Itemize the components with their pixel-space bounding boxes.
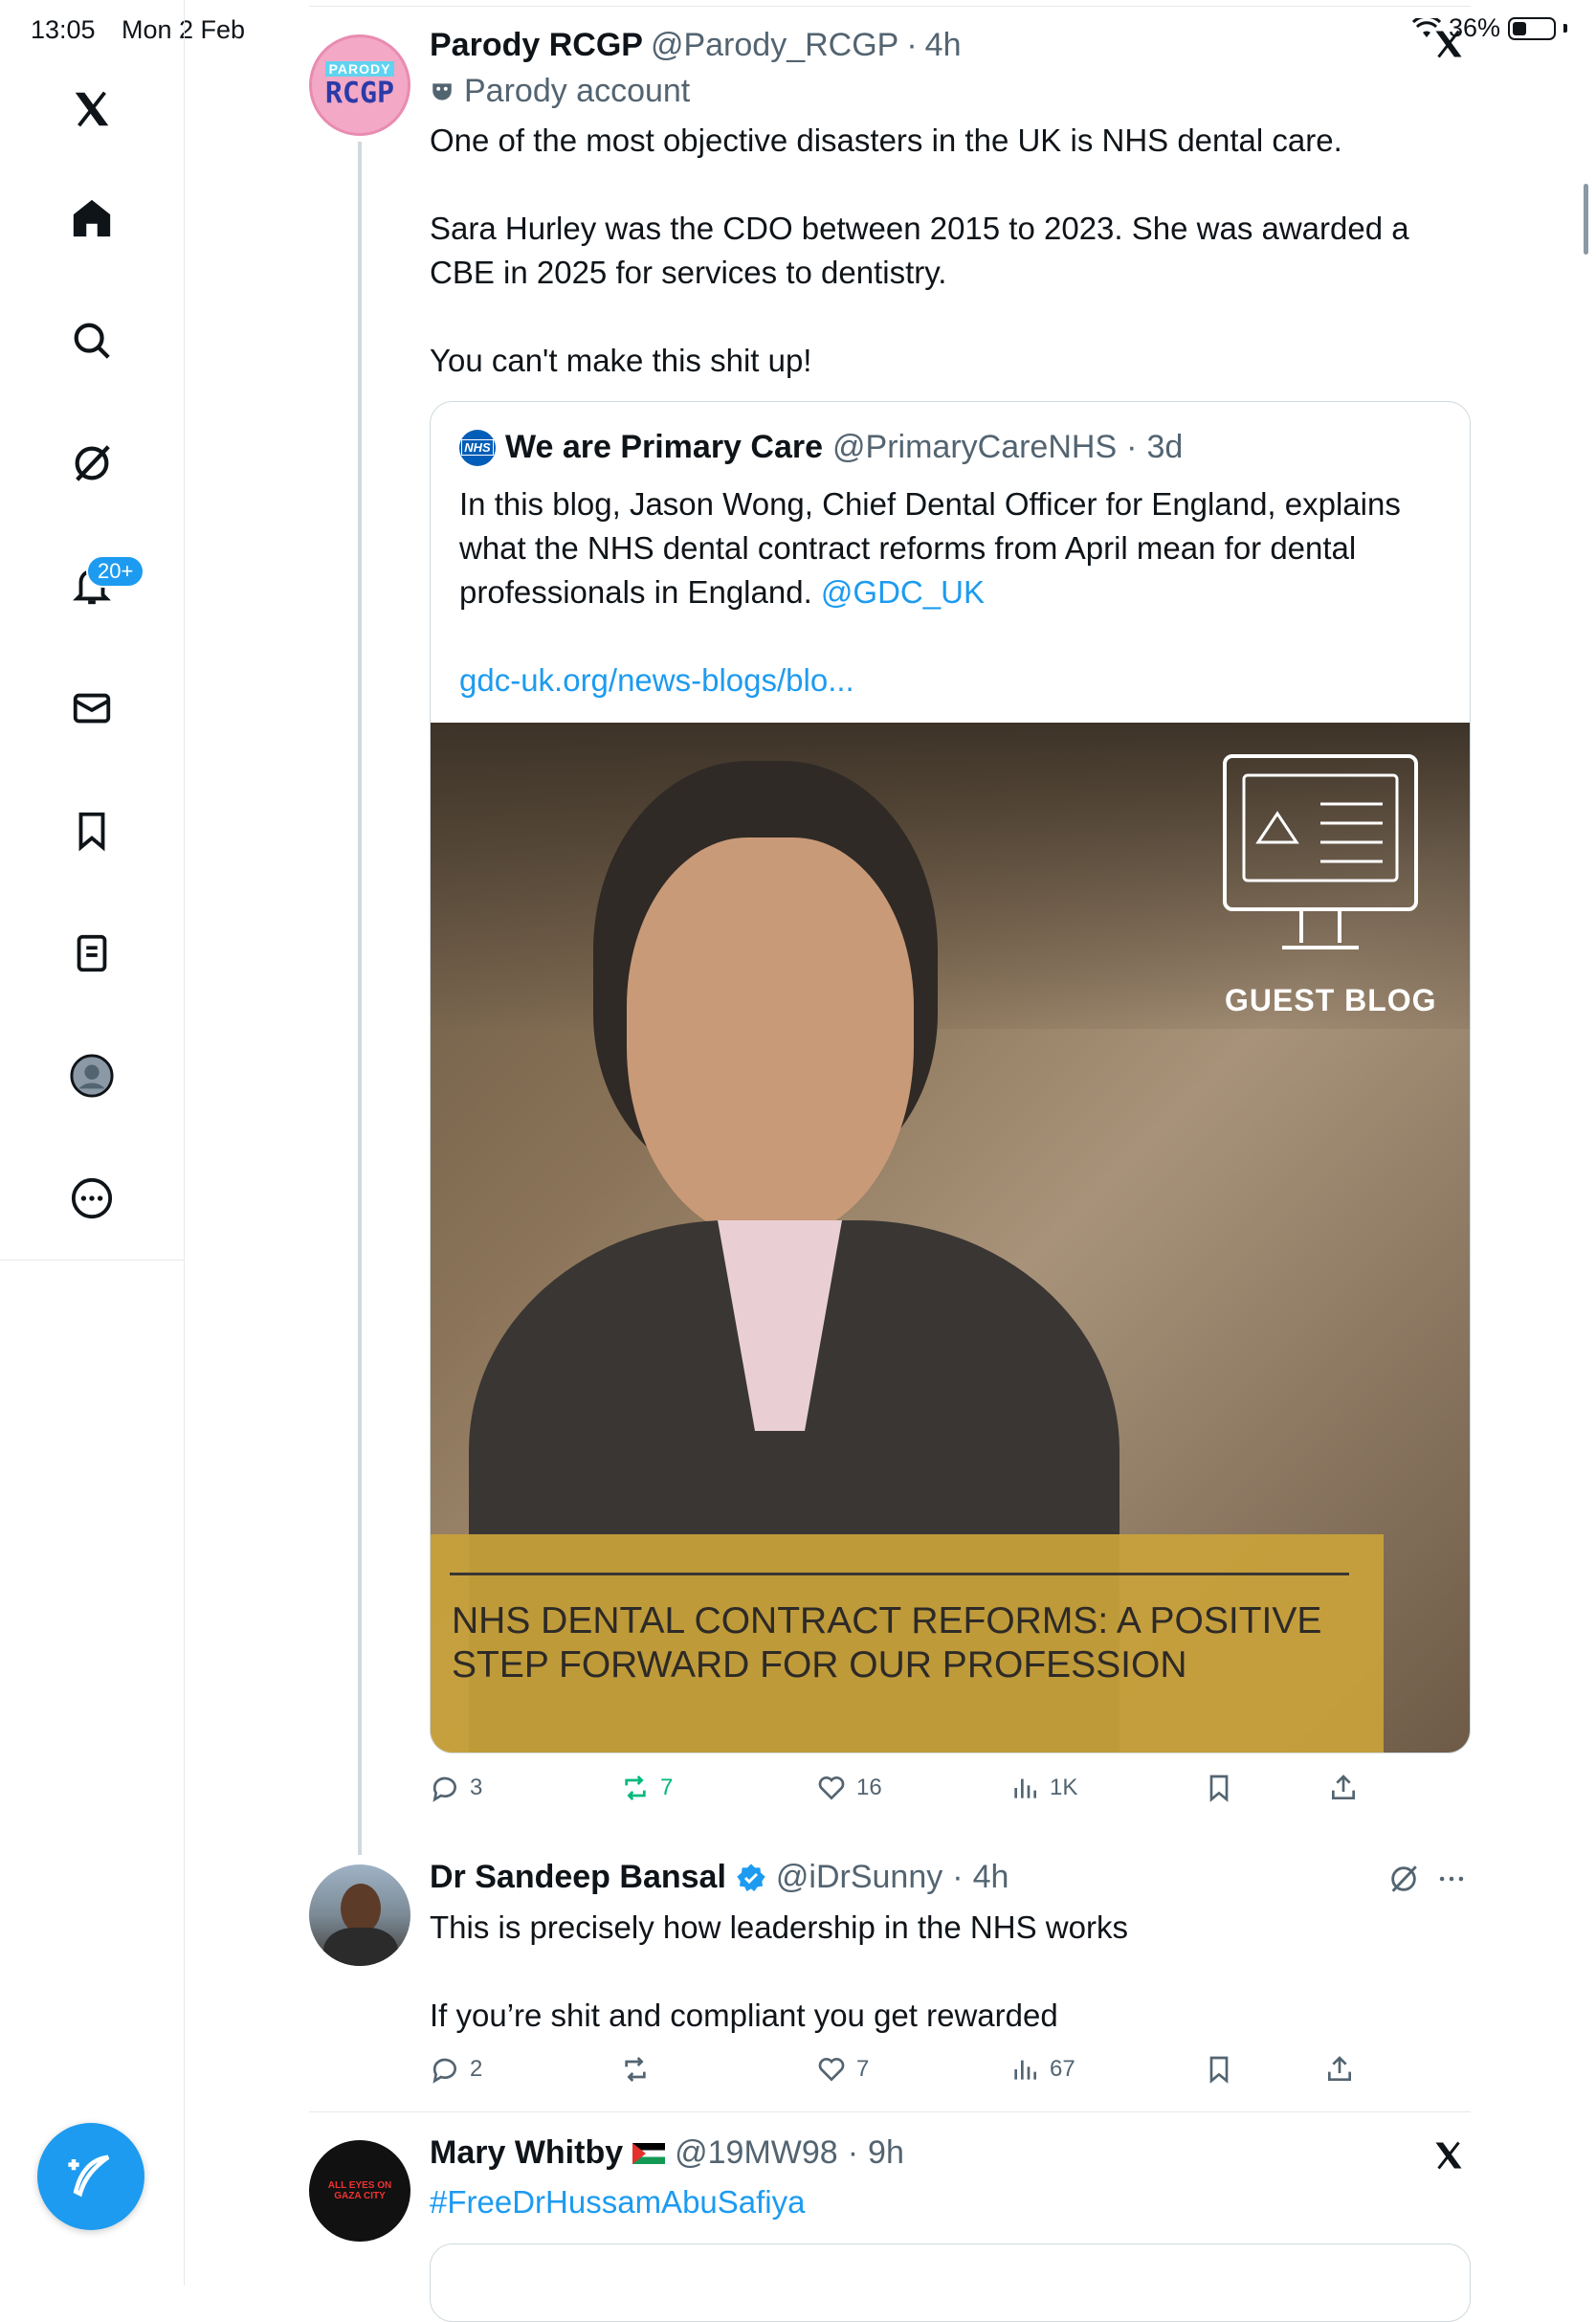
scrollbar[interactable] xyxy=(1584,184,1588,255)
guest-blog-badge: GUEST BLOG xyxy=(1225,983,1437,1017)
reply-button[interactable]: 3 xyxy=(430,1773,482,1803)
tweet-time[interactable]: 4h xyxy=(925,27,962,64)
share-icon xyxy=(1332,1775,1355,1799)
next-tweet-time: 9h xyxy=(868,2134,904,2171)
tweet-text: One of the most objective disasters in t… xyxy=(430,123,1409,378)
tweet-header: Parody RCGP @Parody_RCGP · 4h xyxy=(430,27,962,64)
views-icon xyxy=(1014,1778,1036,1798)
reply-bookmark-button[interactable] xyxy=(1204,2054,1234,2085)
parody-label: Parody account xyxy=(430,73,690,110)
nav-search[interactable] xyxy=(54,302,130,379)
x-logo-icon xyxy=(75,91,109,127)
bookmark-icon xyxy=(1209,1775,1229,1802)
palestine-flag-icon xyxy=(632,2142,666,2164)
share-button[interactable] xyxy=(1328,1773,1359,1803)
nav-home[interactable] xyxy=(54,180,130,257)
mask-icon xyxy=(432,82,452,100)
nhs-avatar[interactable]: NHS xyxy=(459,429,496,466)
next-quote-card[interactable] xyxy=(430,2244,1471,2322)
share-icon xyxy=(1328,2056,1351,2081)
compose-button[interactable] xyxy=(37,2123,144,2230)
nav-bookmarks[interactable] xyxy=(54,793,130,869)
reply-repost-button[interactable] xyxy=(620,2054,660,2085)
x-icon[interactable] xyxy=(1431,2138,1466,2177)
parody-rcgp-avatar[interactable]: PARODY RCGP xyxy=(309,34,410,136)
nav-profile[interactable] xyxy=(54,1038,130,1114)
nav-more[interactable] xyxy=(54,1160,130,1237)
article-banner: NHS DENTAL CONTRACT REFORMS: A POSITIVE … xyxy=(431,1534,1384,1753)
compose-icon xyxy=(68,2155,110,2198)
article-link[interactable]: gdc-uk.org/news-blogs/blo... xyxy=(459,659,854,703)
profile-icon xyxy=(70,1054,114,1098)
article-banner-title: NHS DENTAL CONTRACT REFORMS: A POSITIVE … xyxy=(452,1600,1322,1686)
sidebar xyxy=(0,0,185,1261)
repost-button[interactable]: 7 xyxy=(620,1773,673,1803)
monitor-graphic xyxy=(1220,751,1421,976)
reply-icon xyxy=(432,2058,456,2084)
quote-tweet[interactable]: NHS We are Primary Care @PrimaryCareNHS … xyxy=(430,401,1471,1753)
next-tweet-header: Mary Whitby @19MW98 · 9h xyxy=(430,2134,904,2172)
hashtag-link[interactable]: #FreeDrHussamAbuSafiya xyxy=(430,2180,806,2224)
reply-time: 4h xyxy=(972,1859,1009,1895)
x-logo[interactable] xyxy=(54,71,130,147)
more-options-icon[interactable] xyxy=(1435,1863,1468,1900)
notifications-badge: 20+ xyxy=(86,555,145,588)
reply-views-button[interactable]: 67 xyxy=(1009,2054,1075,2085)
grok-icon[interactable] xyxy=(1387,1863,1420,1900)
thread-line xyxy=(358,142,362,1855)
next-author-handle[interactable]: @19MW98 xyxy=(675,2134,838,2172)
nav-lists[interactable] xyxy=(54,915,130,992)
quote-time: 3d xyxy=(1146,429,1184,465)
bookmark-icon xyxy=(78,812,105,852)
quote-author-name[interactable]: We are Primary Care xyxy=(505,429,823,466)
repost-icon xyxy=(625,2057,646,2082)
author-handle[interactable]: @Parody_RCGP xyxy=(651,27,898,64)
views-icon xyxy=(1014,2060,1036,2080)
person-face xyxy=(627,837,914,1239)
reply-reply-button[interactable]: 2 xyxy=(430,2054,482,2085)
more-icon xyxy=(71,1177,113,1219)
nav-grok[interactable] xyxy=(54,425,130,502)
repost-icon xyxy=(625,1775,646,1800)
verified-badge-icon xyxy=(737,1863,765,1891)
mary-whitby-avatar[interactable]: ALL EYES ON GAZA CITY xyxy=(309,2140,410,2242)
reply-author-name[interactable]: Dr Sandeep Bansal xyxy=(430,1859,726,1896)
reply-author-handle[interactable]: @iDrSunny xyxy=(776,1859,942,1896)
sandeep-avatar[interactable] xyxy=(309,1864,410,1966)
home-icon xyxy=(73,199,111,237)
views-button[interactable]: 1K xyxy=(1009,1773,1077,1803)
battery-icon xyxy=(1508,16,1556,40)
reply-like-button[interactable]: 7 xyxy=(816,2054,869,2085)
search-icon xyxy=(74,323,110,359)
quote-text: In this blog, Jason Wong, Chief Dental O… xyxy=(459,486,1401,610)
author-name[interactable]: Parody RCGP xyxy=(430,27,643,64)
heart-icon xyxy=(818,2058,845,2082)
quote-author-handle[interactable]: @PrimaryCareNHS xyxy=(832,429,1117,466)
reply-text: This is precisely how leadership in the … xyxy=(430,1909,1128,2033)
close-icon[interactable] xyxy=(1431,27,1466,66)
reply-share-button[interactable] xyxy=(1324,2054,1355,2085)
mention-link[interactable]: @GDC_UK xyxy=(821,574,985,610)
lists-icon xyxy=(77,934,107,972)
like-button[interactable]: 16 xyxy=(816,1773,882,1803)
grok-icon xyxy=(75,445,110,481)
nav-messages[interactable] xyxy=(54,670,130,747)
quote-header: NHS We are Primary Care @PrimaryCareNHS … xyxy=(459,429,1183,466)
next-author-name[interactable]: Mary Whitby xyxy=(430,2134,623,2172)
mail-icon xyxy=(73,693,111,724)
reply-header: Dr Sandeep Bansal @iDrSunny · 4h xyxy=(430,1859,1009,1896)
article-image[interactable]: GUEST BLOG NHS DENTAL CONTRACT REFORMS: … xyxy=(431,723,1470,1753)
heart-icon xyxy=(818,1776,845,1800)
bookmark-icon xyxy=(1209,2056,1229,2084)
bookmark-button[interactable] xyxy=(1204,1773,1234,1803)
reply-icon xyxy=(432,1776,456,1802)
